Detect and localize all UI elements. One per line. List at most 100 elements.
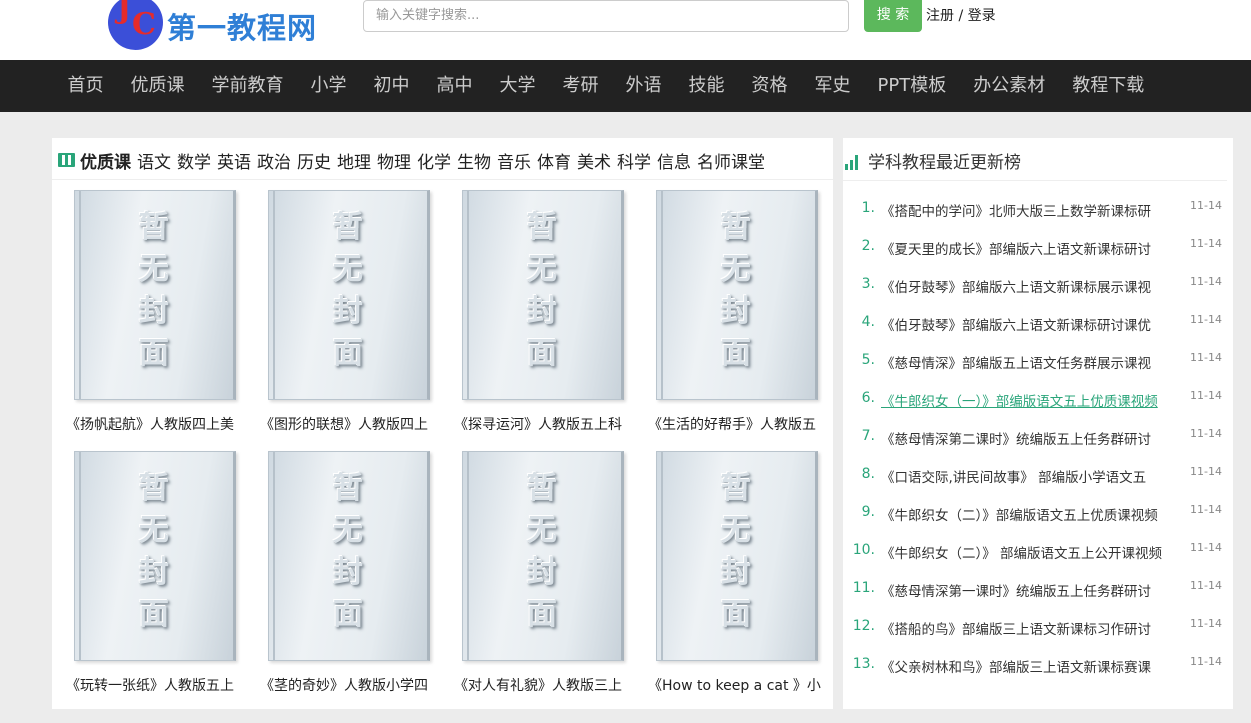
- ranking-item-link[interactable]: 《伯牙鼓琴》部编版六上语文新课标展示课视: [881, 276, 1181, 296]
- nav-item[interactable]: 首页: [54, 60, 117, 112]
- cover-placeholder-char: 暂: [333, 210, 363, 245]
- nav-item[interactable]: 考研: [549, 60, 612, 112]
- ranking-item-link[interactable]: 《父亲树林和鸟》部编版三上语文新课标赛课: [881, 656, 1181, 676]
- course-cover-image[interactable]: 暂无封面: [74, 451, 236, 661]
- category-main[interactable]: 优质课: [80, 148, 131, 173]
- course-card[interactable]: 暂无封面《生活的好帮手》人教版五: [648, 188, 842, 433]
- ranking-item-date: 11-14: [1190, 617, 1222, 630]
- ranking-item-date: 11-14: [1190, 503, 1222, 516]
- ranking-item[interactable]: 3. 《伯牙鼓琴》部编版六上语文新课标展示课视 11-14: [843, 266, 1233, 304]
- category-divider: [52, 179, 833, 180]
- ranking-item-link[interactable]: 《牛郎织女（二）》 部编版语文五上公开课视频: [881, 542, 1181, 562]
- ranking-item[interactable]: 9. 《牛郎织女（二）》部编版语文五上优质课视频 11-14: [843, 494, 1233, 532]
- category-sub-item[interactable]: 物理: [377, 148, 411, 173]
- course-card[interactable]: 暂无封面《对人有礼貌》人教版三上: [454, 449, 648, 694]
- ranking-item-link[interactable]: 《夏天里的成长》部编版六上语文新课标研讨: [881, 238, 1181, 258]
- course-title-link[interactable]: 《How to keep a cat 》小: [648, 675, 828, 695]
- category-sub-item[interactable]: 科学: [617, 148, 651, 173]
- nav-item[interactable]: 教程下载: [1059, 60, 1158, 112]
- ranking-divider: [843, 180, 1227, 181]
- ranking-item[interactable]: 5. 《慈母情深》部编版五上语文任务群展示课视 11-14: [843, 342, 1233, 380]
- cover-placeholder-char: 面: [139, 336, 169, 371]
- course-title-link[interactable]: 《玩转一张纸》人教版五上: [66, 675, 246, 695]
- category-sub-item[interactable]: 音乐: [497, 148, 531, 173]
- nav-item[interactable]: 办公素材: [960, 60, 1059, 112]
- category-sub-item[interactable]: 语文: [137, 148, 171, 173]
- ranking-item[interactable]: 1. 《搭配中的学问》北师大版三上数学新课标研 11-14: [843, 190, 1233, 228]
- nav-item[interactable]: 军史: [801, 60, 864, 112]
- nav-item[interactable]: 技能: [675, 60, 738, 112]
- ranking-item-link[interactable]: 《牛郎织女（二）》部编版语文五上优质课视频: [881, 504, 1181, 524]
- ranking-item-number: 1.: [861, 200, 875, 216]
- nav-item[interactable]: 初中: [360, 60, 423, 112]
- ranking-item-link[interactable]: 《搭配中的学问》北师大版三上数学新课标研: [881, 200, 1181, 220]
- ranking-item-number: 5.: [861, 352, 875, 368]
- course-cover-image[interactable]: 暂无封面: [462, 451, 624, 661]
- ranking-item-link[interactable]: 《慈母情深第一课时》统编版五上任务群研讨: [881, 580, 1181, 600]
- course-card[interactable]: 暂无封面《玩转一张纸》人教版五上: [66, 449, 260, 694]
- ranking-item[interactable]: 12. 《搭船的鸟》部编版三上语文新课标习作研讨 11-14: [843, 608, 1233, 646]
- ranking-item-link[interactable]: 《伯牙鼓琴》部编版六上语文新课标研讨课优: [881, 314, 1181, 334]
- nav-item[interactable]: 资格: [738, 60, 801, 112]
- register-link[interactable]: 注册: [926, 8, 954, 24]
- course-card[interactable]: 暂无封面《茎的奇妙》人教版小学四: [260, 449, 454, 694]
- category-sub-item[interactable]: 政治: [257, 148, 291, 173]
- signal-bars-icon: [845, 155, 862, 170]
- category-sub-item[interactable]: 历史: [297, 148, 331, 173]
- nav-item[interactable]: 小学: [297, 60, 360, 112]
- course-card[interactable]: 暂无封面《图形的联想》人教版四上: [260, 188, 454, 433]
- course-cover-image[interactable]: 暂无封面: [656, 451, 818, 661]
- nav-item[interactable]: 优质课: [117, 60, 198, 112]
- ranking-item[interactable]: 13. 《父亲树林和鸟》部编版三上语文新课标赛课 11-14: [843, 646, 1233, 684]
- course-title-link[interactable]: 《图形的联想》人教版四上: [260, 414, 440, 434]
- ranking-item[interactable]: 10. 《牛郎织女（二）》 部编版语文五上公开课视频 11-14: [843, 532, 1233, 570]
- category-sub-item[interactable]: 信息: [657, 148, 691, 173]
- login-link[interactable]: 登录: [968, 8, 996, 24]
- ranking-item[interactable]: 11. 《慈母情深第一课时》统编版五上任务群研讨 11-14: [843, 570, 1233, 608]
- ranking-item-number: 2.: [861, 238, 875, 254]
- course-card[interactable]: 暂无封面《扬帆起航》人教版四上美: [66, 188, 260, 433]
- category-sub-item[interactable]: 地理: [337, 148, 371, 173]
- ranking-item-link[interactable]: 《牛郎织女（一）》部编版语文五上优质课视频: [881, 390, 1181, 410]
- cover-placeholder-char: 封: [333, 555, 363, 590]
- cover-placeholder-char: 暂: [721, 210, 751, 245]
- course-cover-image[interactable]: 暂无封面: [462, 190, 624, 400]
- category-sub-item[interactable]: 化学: [417, 148, 451, 173]
- course-cover-image[interactable]: 暂无封面: [656, 190, 818, 400]
- search-button[interactable]: 搜 索: [864, 0, 922, 32]
- nav-item[interactable]: 学前教育: [198, 60, 297, 112]
- course-card[interactable]: 暂无封面《探寻运河》人教版五上科: [454, 188, 648, 433]
- nav-item[interactable]: 外语: [612, 60, 675, 112]
- course-cover-image[interactable]: 暂无封面: [268, 190, 430, 400]
- ranking-item[interactable]: 2. 《夏天里的成长》部编版六上语文新课标研讨 11-14: [843, 228, 1233, 266]
- course-title-link[interactable]: 《对人有礼貌》人教版三上: [454, 675, 634, 695]
- ranking-item-link[interactable]: 《口语交际,讲民间故事》 部编版小学语文五: [881, 466, 1181, 486]
- course-cover-image[interactable]: 暂无封面: [74, 190, 236, 400]
- ranking-item[interactable]: 7. 《慈母情深第二课时》统编版五上任务群研讨 11-14: [843, 418, 1233, 456]
- category-sub-item[interactable]: 体育: [537, 148, 571, 173]
- nav-item[interactable]: PPT模板: [864, 60, 960, 112]
- category-sub-item[interactable]: 生物: [457, 148, 491, 173]
- ranking-item-link[interactable]: 《慈母情深第二课时》统编版五上任务群研讨: [881, 428, 1181, 448]
- site-logo[interactable]: JC 第一教程网: [108, 0, 317, 52]
- course-cover-image[interactable]: 暂无封面: [268, 451, 430, 661]
- course-title-link[interactable]: 《扬帆起航》人教版四上美: [66, 414, 246, 434]
- category-sub-item[interactable]: 数学: [177, 148, 211, 173]
- ranking-item[interactable]: 6. 《牛郎织女（一）》部编版语文五上优质课视频 11-14: [843, 380, 1233, 418]
- ranking-item-link[interactable]: 《慈母情深》部编版五上语文任务群展示课视: [881, 352, 1181, 372]
- cover-placeholder-char: 面: [139, 597, 169, 632]
- nav-item[interactable]: 高中: [423, 60, 486, 112]
- category-sub-item[interactable]: 名师课堂: [697, 148, 765, 173]
- nav-item[interactable]: 大学: [486, 60, 549, 112]
- search-input[interactable]: 输入关键字搜索...: [363, 0, 849, 32]
- ranking-item-link[interactable]: 《搭船的鸟》部编版三上语文新课标习作研讨: [881, 618, 1181, 638]
- course-title-link[interactable]: 《生活的好帮手》人教版五: [648, 414, 828, 434]
- category-sub-item[interactable]: 美术: [577, 148, 611, 173]
- ranking-item[interactable]: 8. 《口语交际,讲民间故事》 部编版小学语文五 11-14: [843, 456, 1233, 494]
- course-card[interactable]: 暂无封面《How to keep a cat 》小: [648, 449, 842, 694]
- course-title-link[interactable]: 《探寻运河》人教版五上科: [454, 414, 634, 434]
- ranking-item-number: 12.: [852, 618, 875, 634]
- category-sub-item[interactable]: 英语: [217, 148, 251, 173]
- ranking-item[interactable]: 4. 《伯牙鼓琴》部编版六上语文新课标研讨课优 11-14: [843, 304, 1233, 342]
- course-title-link[interactable]: 《茎的奇妙》人教版小学四: [260, 675, 440, 695]
